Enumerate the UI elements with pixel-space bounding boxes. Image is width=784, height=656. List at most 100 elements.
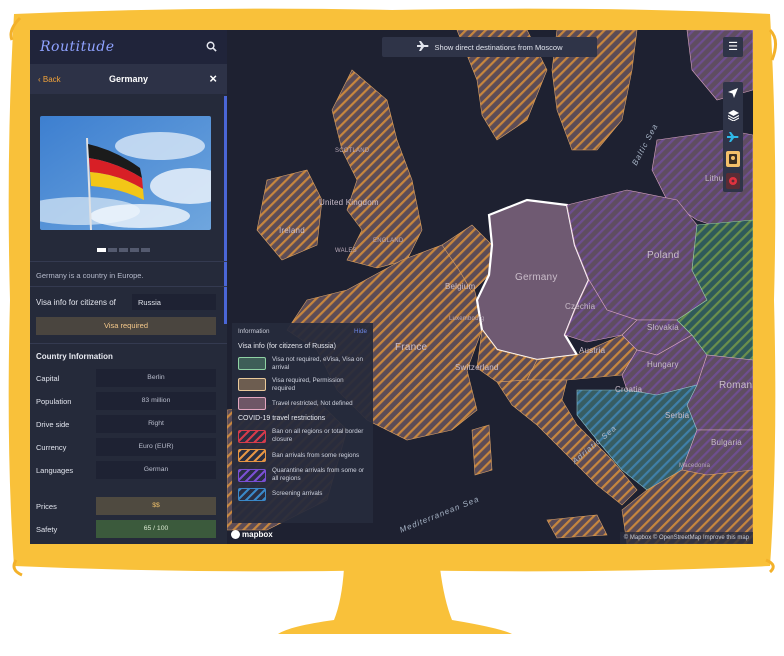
legend-swatch: [238, 449, 266, 463]
legend-swatch: [238, 397, 266, 411]
info-key: Safety: [36, 524, 58, 534]
info-row-capital: Capital Berlin: [36, 369, 216, 387]
legend-label: Ban on all regions or total border closu…: [272, 428, 364, 444]
map-label-luxembourg: Luxembourg: [449, 316, 485, 322]
safety-value: 65 / 100: [96, 520, 216, 538]
mapbox-logo[interactable]: mapbox: [231, 530, 273, 539]
map-legend: Information Hide Visa info (for citizens…: [232, 323, 373, 523]
map-label-croatia: Croatia: [615, 385, 643, 394]
carousel-dot[interactable]: [108, 248, 117, 252]
locate-icon[interactable]: [723, 82, 743, 104]
map-label-czechia: Czechia: [565, 302, 596, 311]
info-value: Right: [96, 415, 216, 433]
map-label-wales: WALES: [335, 248, 357, 254]
legend-title: Information: [238, 328, 270, 335]
legend-swatch: [238, 487, 266, 501]
map-label-slovakia: Slovakia: [647, 323, 679, 332]
info-key: Prices: [36, 501, 57, 511]
map-canvas[interactable]: United Kingdom SCOTLAND WALES ENGLAND Ir…: [227, 30, 753, 544]
legend-swatch: [238, 468, 266, 482]
map-label-switzerland: Switzerland: [455, 363, 499, 372]
legend-item: Screening arrivals: [238, 487, 367, 501]
mapbox-label: mapbox: [242, 530, 273, 539]
map-attribution[interactable]: © Mapbox © OpenStreetMap Improve this ma…: [619, 532, 753, 544]
legend-label: Quarantine arrivals from some or all reg…: [272, 467, 365, 483]
info-key: Currency: [36, 442, 67, 452]
carousel-dot[interactable]: [141, 248, 150, 252]
covid-icon[interactable]: [723, 170, 743, 192]
map-label-ireland: Ireland: [279, 226, 305, 235]
info-value: Berlin: [96, 369, 216, 387]
map-label-poland: Poland: [647, 250, 680, 261]
info-value: Euro (EUR): [96, 438, 216, 456]
visa-info-label: Visa info for citizens of: [36, 297, 116, 307]
legend-item: Ban on all regions or total border closu…: [238, 428, 367, 444]
sidebar: Routitude ‹ Back Germany × Germany is a …: [30, 30, 227, 544]
info-row-currency: Currency Euro (EUR): [36, 438, 216, 456]
map-label-belgium: Belgium: [445, 282, 476, 291]
airplane-icon: [416, 41, 429, 53]
legend-item: Ban arrivals from some regions: [238, 449, 367, 463]
legend-swatch: [238, 378, 266, 392]
legend-swatch: [238, 357, 266, 371]
info-value: German: [96, 461, 216, 479]
map-label-england: ENGLAND: [373, 238, 404, 244]
citizenship-select[interactable]: Russia: [132, 294, 216, 310]
map-label-bulgaria: Bulgaria: [711, 438, 742, 447]
map-label-hungary: Hungary: [647, 360, 679, 369]
legend-covid-group: COVID-19 travel restrictions: [238, 415, 326, 423]
legend-item: Visa not required, eVisa, Visa on arriva…: [238, 356, 367, 372]
carousel-dot[interactable]: [130, 248, 139, 252]
prices-value: $$: [96, 497, 216, 515]
carousel-dot[interactable]: [119, 248, 128, 252]
passport-icon[interactable]: [723, 148, 743, 170]
mapbox-icon: [231, 530, 240, 539]
legend-item: Quarantine arrivals from some or all reg…: [238, 467, 367, 483]
map-label-macedonia: Macedonia: [679, 463, 711, 469]
map-label-serbia: Serbia: [665, 411, 690, 420]
map-label-germany: Germany: [515, 272, 558, 283]
info-key: Languages: [36, 465, 74, 475]
visa-status-badge: Visa required: [36, 317, 216, 335]
app-logo[interactable]: Routitude: [40, 39, 114, 55]
legend-label: Ban arrivals from some regions: [272, 451, 360, 459]
map-label-romania: Romania: [719, 380, 753, 391]
direct-destinations-label: Show direct destinations from Moscow: [434, 42, 563, 52]
search-icon[interactable]: [206, 41, 217, 54]
flights-icon[interactable]: [723, 126, 743, 148]
legend-label: Screening arrivals: [272, 490, 323, 498]
info-value: 83 million: [96, 392, 216, 410]
legend-hide-button[interactable]: Hide: [354, 328, 367, 335]
legend-visa-group: Visa info (for citizens of Russia): [238, 343, 336, 350]
legend-item: Visa required, Permission required: [238, 377, 367, 393]
back-button[interactable]: ‹ Back: [38, 75, 61, 84]
map-toolbar: [723, 82, 743, 192]
info-row-population: Population 83 million: [36, 392, 216, 410]
info-row-prices: Prices $$: [36, 497, 216, 515]
country-titlebar: ‹ Back Germany ×: [30, 64, 227, 94]
info-key: Population: [36, 396, 72, 406]
country-info-title: Country Information: [36, 352, 113, 361]
map-label-scotland: SCOTLAND: [335, 148, 370, 154]
app-screen: Routitude ‹ Back Germany × Germany is a …: [30, 30, 753, 544]
legend-item: Travel restricted, Not defined: [238, 397, 367, 411]
divider: [30, 261, 227, 262]
legend-label: Visa not required, eVisa, Visa on arriva…: [272, 356, 364, 371]
menu-icon[interactable]: ☰: [723, 37, 743, 57]
direct-destinations-button[interactable]: Show direct destinations from Moscow: [382, 37, 597, 57]
divider: [30, 343, 227, 344]
country-description: Germany is a country in Europe.: [36, 271, 144, 280]
info-key: Drive side: [36, 419, 70, 429]
layers-icon[interactable]: [723, 104, 743, 126]
info-row-safety: Safety 65 / 100: [36, 520, 216, 538]
legend-label: Visa required, Permission required: [272, 376, 344, 392]
close-icon[interactable]: ×: [209, 71, 217, 86]
info-key: Capital: [36, 373, 60, 383]
visa-info-row: Visa info for citizens of Russia: [36, 294, 216, 310]
divider: [30, 286, 227, 287]
carousel-dot[interactable]: [97, 248, 106, 252]
legend-swatch: [238, 429, 266, 443]
info-row-languages: Languages German: [36, 461, 216, 479]
country-photo[interactable]: [40, 116, 211, 230]
photo-carousel-dots[interactable]: [97, 248, 150, 252]
